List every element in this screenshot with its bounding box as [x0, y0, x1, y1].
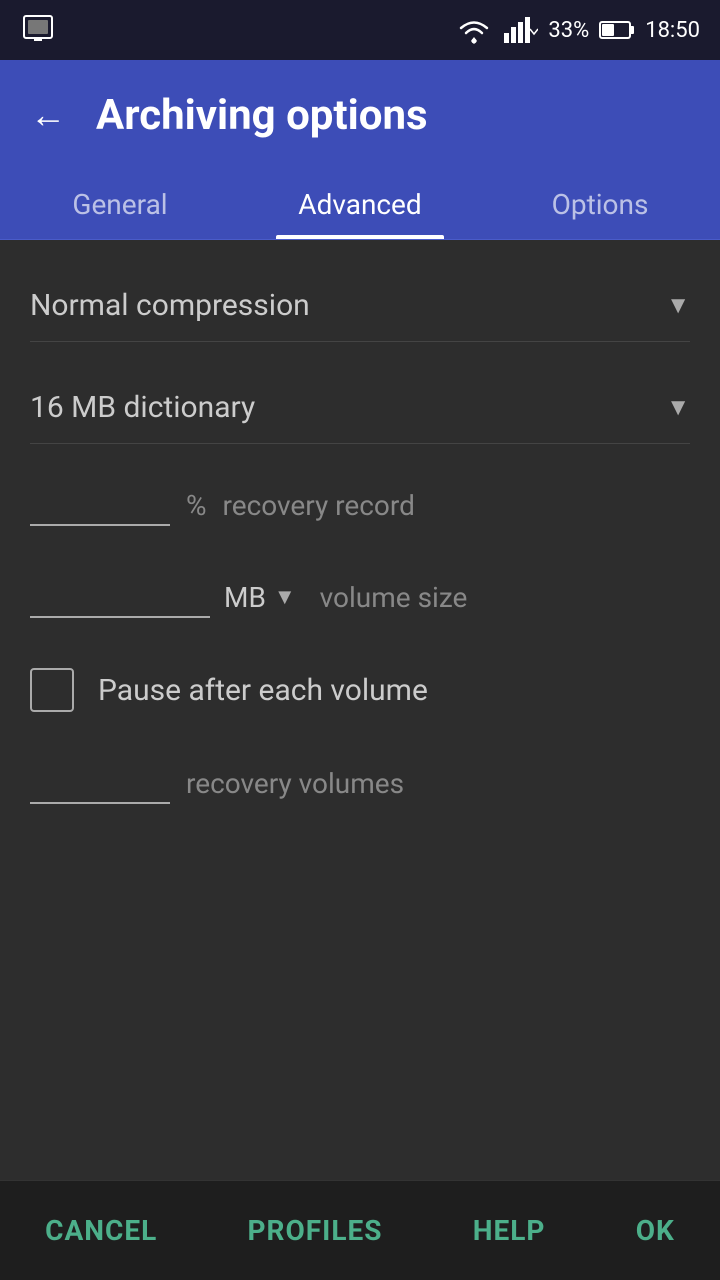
status-time: 18:50: [645, 18, 700, 43]
compression-dropdown[interactable]: Normal compression ▼: [30, 270, 690, 342]
bottom-bar: CANCEL PROFILES HELP OK: [0, 1180, 720, 1280]
status-bar: 33% 18:50: [0, 0, 720, 60]
tab-advanced[interactable]: Advanced: [240, 170, 480, 239]
recovery-record-row: % recovery record: [30, 474, 690, 536]
volume-size-input[interactable]: [30, 576, 210, 618]
compression-label: Normal compression: [30, 288, 310, 323]
recovery-volumes-label: recovery volumes: [186, 767, 404, 800]
dictionary-label: 16 MB dictionary: [30, 390, 255, 425]
cancel-button[interactable]: CANCEL: [25, 1200, 177, 1261]
signal-icon: [502, 15, 538, 45]
pause-label: Pause after each volume: [98, 673, 428, 708]
unit-label: MB: [224, 581, 266, 614]
unit-select[interactable]: MB ▼: [224, 581, 296, 614]
volume-size-row: MB ▼ volume size: [30, 566, 690, 628]
recovery-volumes-input[interactable]: [30, 762, 170, 804]
volume-size-label: volume size: [320, 581, 468, 614]
recovery-record-label: recovery record: [223, 489, 415, 522]
percent-label: %: [186, 489, 207, 522]
page-title: Archiving options: [96, 91, 428, 140]
content-area: Normal compression ▼ 16 MB dictionary ▼ …: [0, 240, 720, 844]
recovery-record-input[interactable]: [30, 484, 170, 526]
dictionary-arrow-icon: ▼: [666, 393, 690, 422]
tab-general[interactable]: General: [0, 170, 240, 239]
compression-arrow-icon: ▼: [666, 291, 690, 320]
top-bar: ← Archiving options: [0, 60, 720, 170]
wifi-icon: [456, 15, 492, 45]
left-status-icon: [20, 10, 56, 50]
status-icons: 33% 18:50: [456, 15, 700, 45]
tab-bar: General Advanced Options: [0, 170, 720, 240]
tab-options[interactable]: Options: [480, 170, 720, 239]
recovery-volumes-row: recovery volumes: [30, 752, 690, 814]
help-button[interactable]: HELP: [453, 1200, 566, 1261]
battery-icon: [599, 19, 635, 41]
pause-checkbox[interactable]: [30, 668, 74, 712]
dictionary-dropdown[interactable]: 16 MB dictionary ▼: [30, 372, 690, 444]
battery-percent: 33%: [548, 18, 589, 43]
pause-checkbox-row: Pause after each volume: [30, 658, 690, 722]
ok-button[interactable]: OK: [616, 1200, 695, 1261]
unit-arrow-icon: ▼: [274, 584, 296, 610]
back-button[interactable]: ←: [30, 94, 66, 136]
profiles-button[interactable]: PROFILES: [228, 1200, 403, 1261]
